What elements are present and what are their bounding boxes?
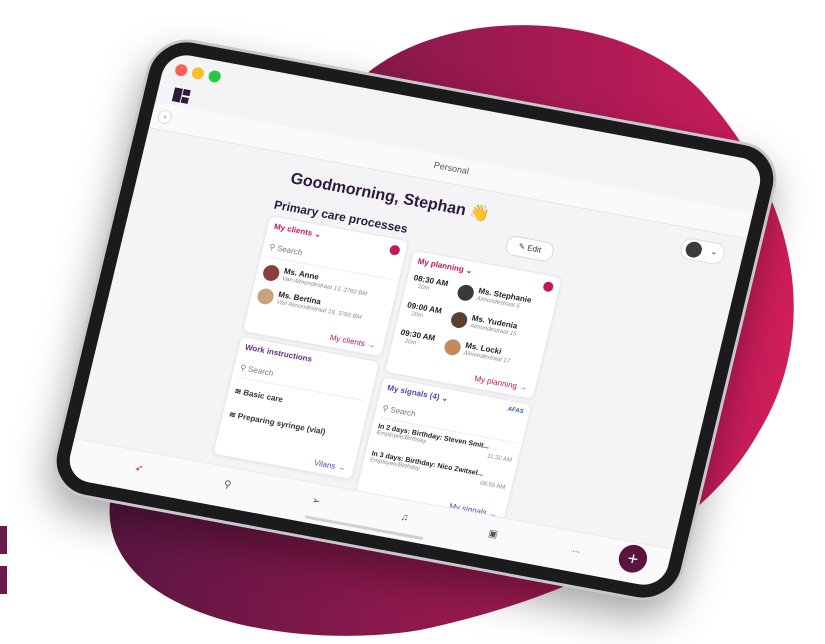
app-logo-icon bbox=[171, 87, 191, 104]
avatar bbox=[455, 283, 476, 303]
search-icon[interactable]: ⚲ bbox=[216, 478, 238, 492]
appointment-duration: 20m bbox=[417, 284, 430, 293]
send-icon[interactable]: ➢ bbox=[305, 494, 327, 508]
instruction-item[interactable]: ≋ Basic care bbox=[234, 386, 284, 404]
my-signals-dropdown[interactable]: My signals (4) ⌄ bbox=[386, 383, 449, 403]
my-planning-link[interactable]: My planning → bbox=[474, 374, 529, 392]
notification-badge bbox=[388, 244, 401, 256]
chevron-down-icon: ⌄ bbox=[709, 245, 720, 257]
vilans-link[interactable]: Vilans → bbox=[313, 458, 346, 473]
work-instructions-card: Work instructions ⚲ Search ≋ Basic care … bbox=[212, 335, 381, 481]
search-placeholder: Search bbox=[389, 405, 417, 419]
avatar bbox=[261, 263, 281, 283]
instruction-label: Preparing syringe (vial) bbox=[236, 411, 327, 437]
notification-badge bbox=[542, 280, 555, 293]
bell-icon[interactable]: ♫ bbox=[393, 511, 415, 525]
edit-button[interactable]: ✎ Edit bbox=[503, 234, 556, 263]
search-placeholder: Search bbox=[247, 364, 275, 378]
my-planning-dropdown[interactable]: My planning ⌄ bbox=[417, 257, 474, 276]
avatar bbox=[684, 240, 704, 259]
more-icon[interactable]: ... bbox=[565, 543, 587, 557]
edge-mark bbox=[0, 566, 7, 594]
instruction-label: Basic care bbox=[242, 388, 284, 405]
rocket-icon[interactable]: ➶ bbox=[128, 462, 150, 476]
avatar bbox=[255, 287, 276, 306]
contacts-icon[interactable]: ▣ bbox=[482, 527, 504, 541]
user-menu-button[interactable]: ⌄ bbox=[678, 236, 727, 266]
my-clients-card: My clients ⌄ ⚲ Search Ms. Anne Van Almon… bbox=[241, 214, 410, 358]
maximize-window-button[interactable] bbox=[207, 69, 222, 84]
my-clients-dropdown[interactable]: My clients ⌄ bbox=[273, 222, 322, 239]
search-placeholder: Search bbox=[276, 243, 304, 258]
minimize-window-button[interactable] bbox=[190, 66, 206, 81]
appointment-duration: 20m bbox=[410, 311, 424, 320]
window-controls bbox=[173, 63, 222, 84]
close-window-button[interactable] bbox=[173, 63, 189, 78]
my-clients-link[interactable]: My clients → bbox=[329, 333, 376, 350]
avatar bbox=[449, 310, 469, 330]
avatar bbox=[442, 338, 463, 357]
appointment-duration: 20m bbox=[404, 338, 417, 347]
my-planning-card: My planning ⌄ 08:30 AM 20m Ms. Stephanie… bbox=[383, 249, 563, 400]
edge-mark bbox=[0, 526, 7, 554]
instruction-item[interactable]: ≋ Preparing syringe (vial) bbox=[228, 410, 326, 437]
afas-logo: AFAS bbox=[506, 406, 524, 416]
